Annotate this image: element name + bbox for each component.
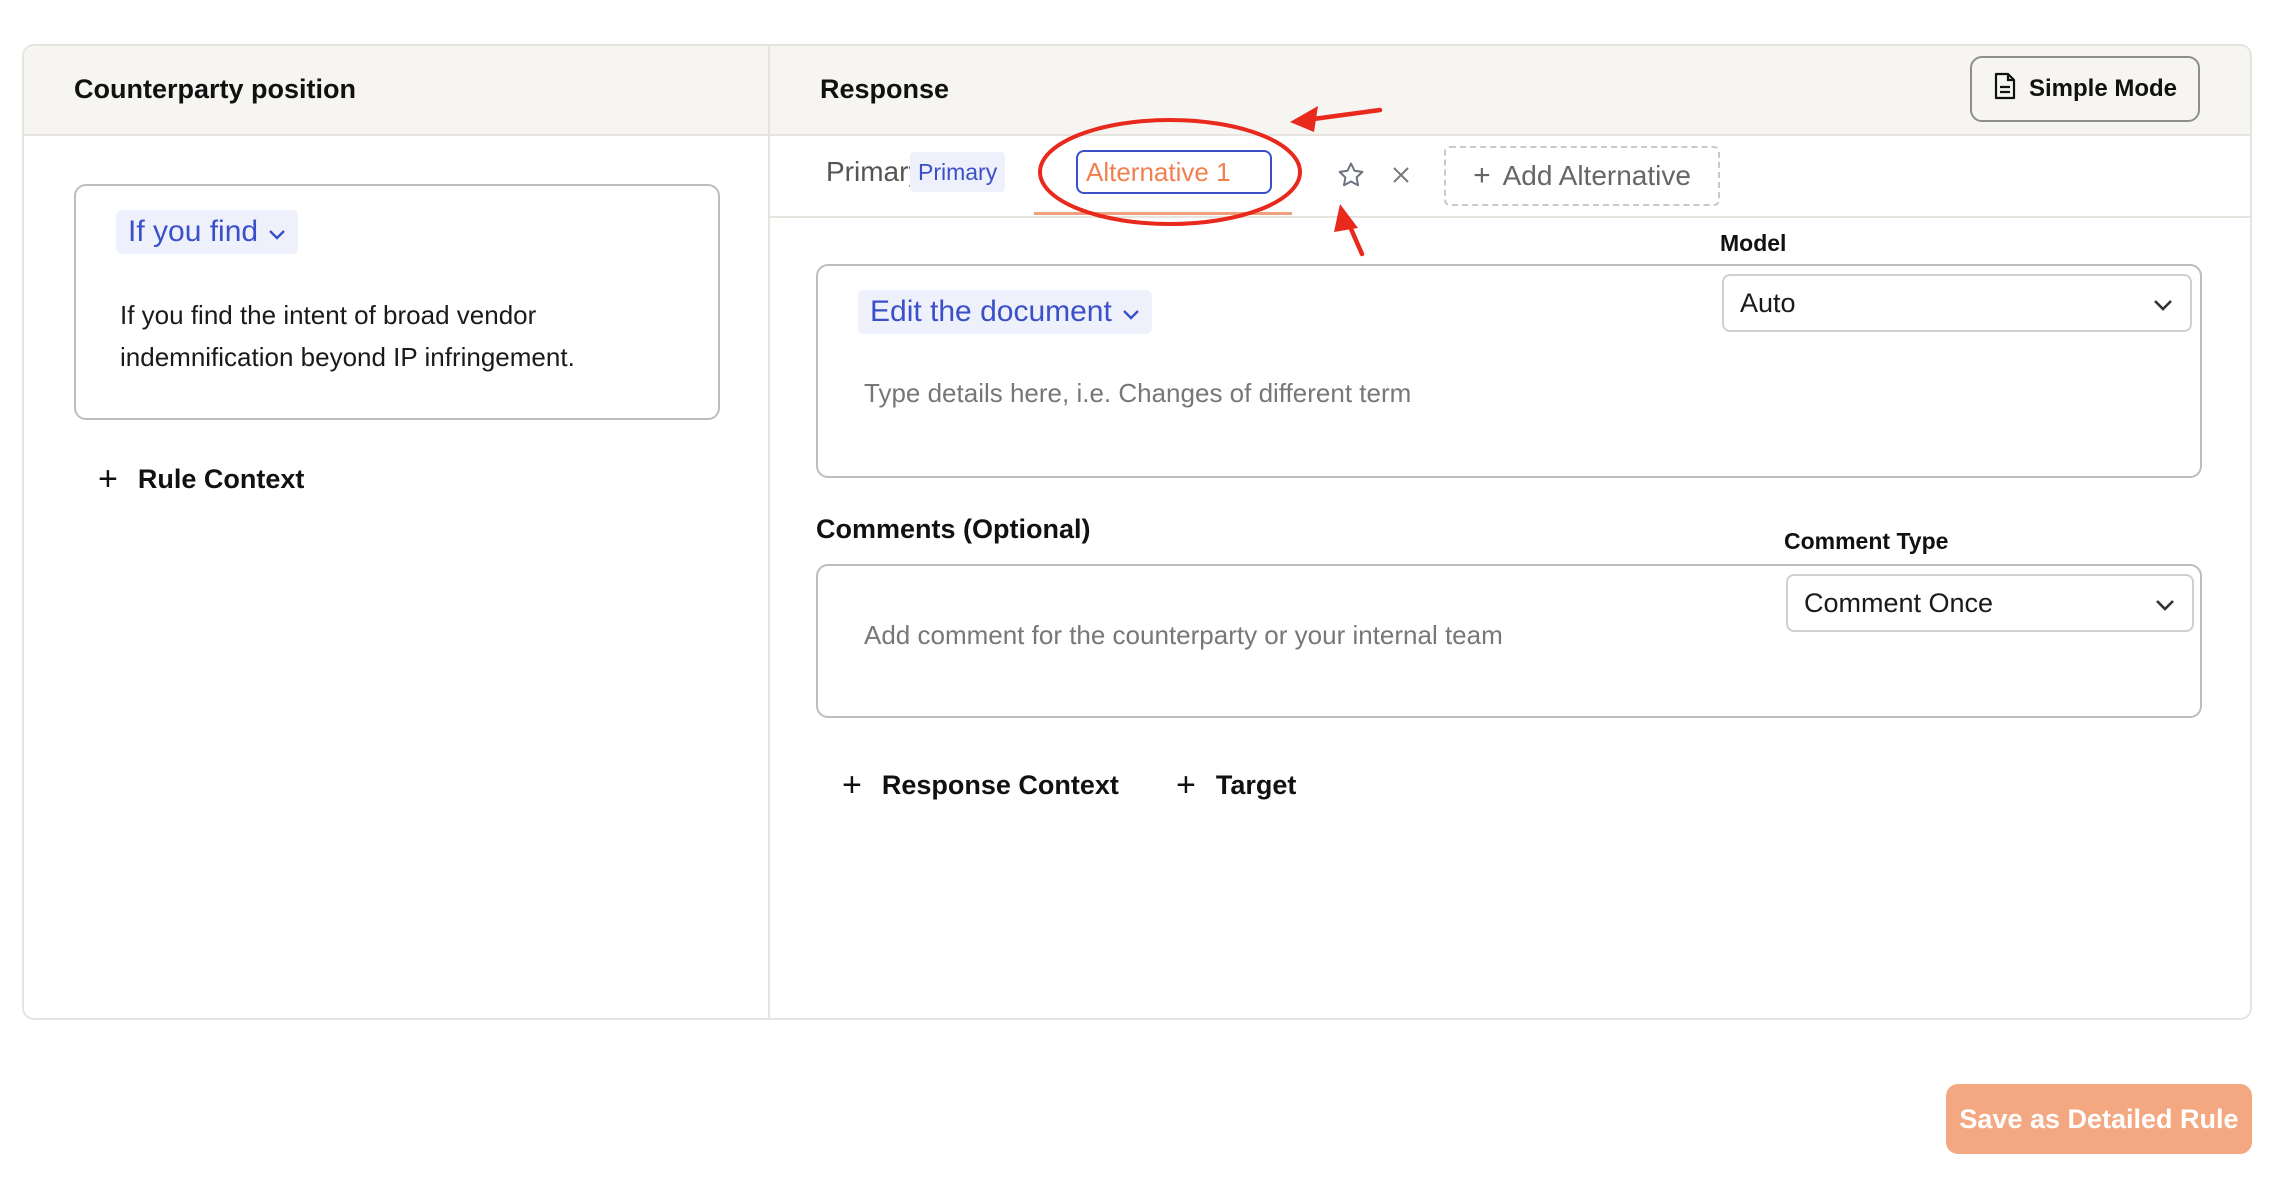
comments-heading: Comments (Optional) xyxy=(816,514,1091,544)
add-target-button[interactable]: + Target xyxy=(1176,768,1296,802)
plus-icon: + xyxy=(1176,766,1196,804)
alternatives-tabs: Primary Primary + Add Alternative xyxy=(770,136,2250,218)
tab-primary[interactable]: Primary xyxy=(826,156,922,188)
comment-type-label: Comment Type xyxy=(1784,528,1949,554)
condition-box: If you find If you find the intent of br… xyxy=(74,184,720,420)
add-response-context-button[interactable]: + Response Context xyxy=(842,768,1119,802)
response-action-dropdown[interactable]: Edit the document xyxy=(858,290,1152,334)
model-label: Model xyxy=(1720,230,1787,256)
response-title: Response xyxy=(820,74,950,104)
document-icon xyxy=(1993,72,2017,107)
simple-mode-button[interactable]: Simple Mode xyxy=(1970,56,2200,122)
model-value: Auto xyxy=(1740,287,1796,318)
close-icon[interactable] xyxy=(1390,164,1412,191)
save-detailed-rule-button[interactable]: Save as Detailed Rule xyxy=(1946,1084,2252,1154)
target-label: Target xyxy=(1215,769,1297,800)
condition-text[interactable]: If you find the intent of broad vendor i… xyxy=(120,294,680,378)
active-tab-underline xyxy=(1034,212,1292,215)
chevron-down-icon xyxy=(2152,288,2174,319)
add-rule-context-button[interactable]: + Rule Context xyxy=(98,462,304,496)
add-alternative-label: Add Alternative xyxy=(1502,160,1691,191)
add-alternative-button[interactable]: + Add Alternative xyxy=(1444,146,1720,206)
alternative-name-input[interactable] xyxy=(1076,150,1272,194)
comment-type-select[interactable]: Comment Once xyxy=(1786,574,2194,632)
header-bar xyxy=(24,46,2250,136)
counterparty-position-title: Counterparty position xyxy=(74,74,356,104)
condition-dropdown[interactable]: If you find xyxy=(116,210,299,254)
star-icon[interactable] xyxy=(1336,160,1366,195)
plus-icon: + xyxy=(1473,159,1491,192)
plus-icon: + xyxy=(842,766,862,804)
condition-chip-label: If you find xyxy=(128,215,259,248)
chevron-down-icon xyxy=(1122,295,1140,329)
response-box: Edit the document Type details here, i.e… xyxy=(816,264,2202,478)
response-details-input[interactable]: Type details here, i.e. Changes of diffe… xyxy=(864,378,1411,409)
primary-badge: Primary xyxy=(910,152,1006,192)
simple-mode-label: Simple Mode xyxy=(2028,75,2178,102)
chevron-down-icon xyxy=(2154,588,2176,619)
response-context-label: Response Context xyxy=(881,769,1119,800)
chevron-down-icon xyxy=(268,215,286,249)
rule-context-label: Rule Context xyxy=(137,463,305,494)
response-action-label: Edit the document xyxy=(870,295,1112,328)
plus-icon: + xyxy=(98,460,118,498)
comment-type-value: Comment Once xyxy=(1804,587,1994,618)
model-select[interactable]: Auto xyxy=(1722,274,2192,332)
comment-box: Add comment for the counterparty or your… xyxy=(816,564,2202,718)
comment-input[interactable]: Add comment for the counterparty or your… xyxy=(864,620,1503,651)
